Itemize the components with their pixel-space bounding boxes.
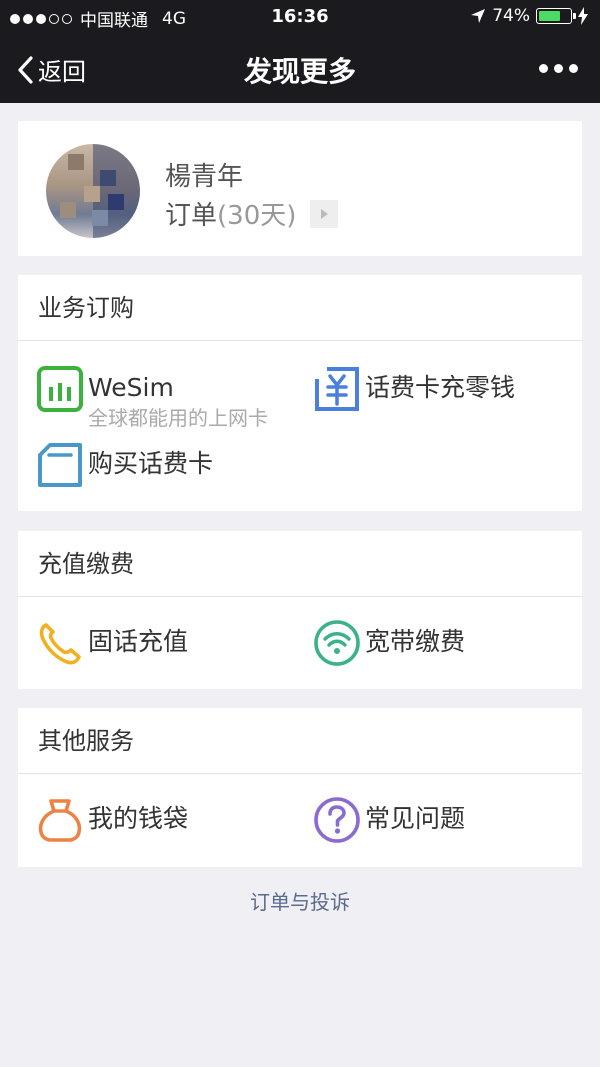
section-title: 业务订购 bbox=[18, 275, 582, 341]
faq-item[interactable]: 常见问题 bbox=[313, 796, 465, 844]
section-other-services: 其他服务 我的钱袋 常见问题 bbox=[18, 708, 582, 867]
wifi-icon bbox=[314, 620, 360, 666]
money-bag-icon bbox=[38, 799, 82, 842]
more-options-button[interactable] bbox=[539, 64, 578, 73]
item-subtitle: 全球都能用的上网卡 bbox=[88, 406, 268, 430]
section-business-order: 业务订购 WeSim 全球都能用的上网卡 话费卡充零钱 购买话费卡 bbox=[18, 275, 582, 511]
play-arrow-icon bbox=[310, 199, 339, 228]
yuan-card-icon bbox=[315, 367, 359, 411]
card-icon bbox=[38, 443, 82, 487]
battery-percent: 74% bbox=[492, 6, 530, 26]
section-title: 其他服务 bbox=[18, 708, 582, 774]
topup-card-item[interactable]: 话费卡充零钱 bbox=[313, 365, 515, 413]
section-title: 充值缴费 bbox=[18, 531, 582, 597]
question-icon bbox=[314, 797, 360, 843]
item-label: 话费卡充零钱 bbox=[365, 373, 516, 402]
orders-complaints-link[interactable]: 订单与投诉 bbox=[0, 886, 600, 915]
wesim-icon bbox=[37, 366, 83, 412]
broadband-payment-item[interactable]: 宽带缴费 bbox=[313, 619, 465, 667]
item-label: 常见问题 bbox=[365, 804, 466, 833]
wallet-item[interactable]: 我的钱袋 bbox=[36, 796, 188, 844]
avatar[interactable] bbox=[46, 144, 140, 238]
more-dot bbox=[569, 64, 578, 73]
item-label: 固话充值 bbox=[88, 627, 189, 656]
buy-card-item[interactable]: 购买话费卡 bbox=[36, 441, 213, 489]
more-dot bbox=[539, 64, 548, 73]
item-label: 购买话费卡 bbox=[88, 449, 214, 478]
top-bar: 中国联通 4G 16:36 74% 返回 发现更多 bbox=[0, 0, 600, 103]
status-bar: 中国联通 4G 16:36 74% bbox=[0, 0, 600, 34]
landline-recharge-item[interactable]: 固话充值 bbox=[36, 619, 188, 667]
phone-icon bbox=[39, 623, 81, 665]
battery-icon bbox=[536, 8, 576, 24]
order-label: 订单 bbox=[165, 201, 218, 231]
order-link[interactable]: 订单 (30天) bbox=[165, 195, 339, 232]
charging-bolt-icon bbox=[578, 7, 588, 25]
item-label: 我的钱袋 bbox=[88, 804, 189, 833]
profile-name: 楊青年 bbox=[165, 162, 244, 192]
wesim-item[interactable]: WeSim 全球都能用的上网卡 bbox=[36, 365, 268, 432]
item-label: 宽带缴费 bbox=[365, 627, 466, 656]
item-label: WeSim bbox=[88, 373, 174, 402]
section-recharge: 充值缴费 固话充值 宽带缴费 bbox=[18, 531, 582, 689]
location-arrow-icon bbox=[471, 9, 486, 23]
nav-bar: 返回 发现更多 bbox=[0, 34, 600, 103]
profile-card: 楊青年 订单 (30天) bbox=[18, 121, 582, 256]
order-days: (30天) bbox=[217, 201, 297, 231]
page-title: 发现更多 bbox=[243, 55, 356, 88]
more-dot bbox=[554, 64, 563, 73]
